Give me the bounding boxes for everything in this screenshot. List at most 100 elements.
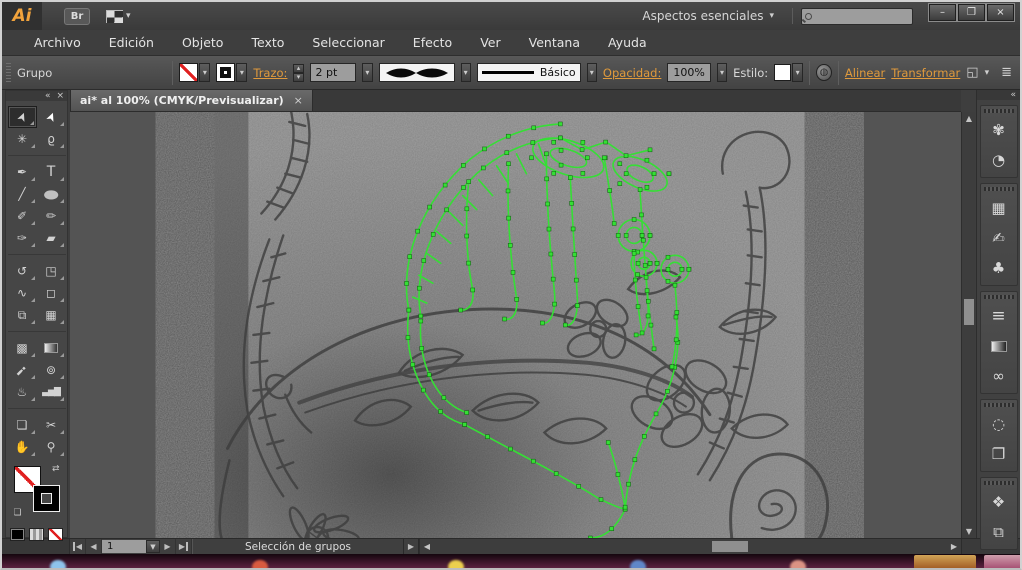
first-artboard-button[interactable]: ◀ — [70, 539, 86, 554]
panel-options-icon[interactable]: ≣ — [1001, 65, 1012, 80]
recolor-artwork-icon[interactable]: ◍ — [816, 64, 832, 81]
hand-tool[interactable]: ✋ — [8, 436, 37, 458]
taskbar-app-icon[interactable] — [448, 560, 464, 568]
opacity-link[interactable]: Opacidad: — [603, 66, 661, 80]
restore-button[interactable]: ❐ — [957, 2, 986, 22]
panel-grip[interactable] — [6, 62, 11, 83]
brushes-panel-icon[interactable]: ✍ — [982, 223, 1016, 253]
windows-taskbar[interactable] — [2, 554, 1020, 568]
style-swatch[interactable] — [774, 64, 792, 81]
stroke-dropdown[interactable]: ▾ — [236, 63, 248, 82]
menu-objeto[interactable]: Objeto — [168, 35, 238, 50]
transparency-panel-icon[interactable]: ∞ — [982, 361, 1016, 391]
select-similar-icon[interactable]: ◱ — [966, 65, 978, 80]
stroke-color-swatch[interactable] — [216, 63, 236, 82]
step-up-icon[interactable]: ▴ — [293, 63, 304, 73]
next-artboard-button[interactable]: ▶ — [160, 539, 176, 554]
perspective-grid-tool[interactable]: ▦ — [37, 304, 66, 326]
gradient-panel-icon[interactable] — [982, 331, 1016, 361]
panel-drag-handle[interactable] — [983, 109, 1014, 113]
opacity-field[interactable]: 100% — [667, 63, 711, 82]
arrange-documents-button[interactable]: ▾ — [106, 9, 131, 23]
menu-texto[interactable]: Texto — [237, 35, 298, 50]
search-input[interactable] — [801, 7, 913, 25]
color-guide-panel-icon[interactable]: ◔ — [982, 145, 1016, 175]
panel-drag-handle[interactable] — [983, 481, 1014, 485]
close-panel-icon[interactable]: × — [56, 91, 64, 101]
scroll-left-icon[interactable]: ◀ — [420, 539, 434, 554]
swatches-panel-icon[interactable]: ▦ — [982, 193, 1016, 223]
close-document-icon[interactable]: × — [294, 94, 303, 107]
symbol-sprayer-tool[interactable]: ♨ — [8, 381, 37, 403]
artboards-panel-icon[interactable]: ⧉ — [982, 517, 1016, 547]
taskbar-app-icon[interactable] — [790, 560, 806, 568]
brush-definition-dropdown[interactable]: ▾ — [586, 63, 597, 82]
artboard-dropdown[interactable]: ▼ — [146, 540, 160, 553]
transform-link[interactable]: Transformar — [891, 66, 960, 80]
previous-artboard-button[interactable]: ◀ — [86, 539, 102, 554]
stroke-width-dropdown[interactable]: ▾ — [362, 63, 373, 82]
brush-dropdown[interactable]: ▾ — [460, 63, 471, 82]
taskbar-app-icon[interactable] — [630, 560, 646, 568]
menu-ver[interactable]: Ver — [466, 35, 514, 50]
appearance-panel-icon[interactable]: ◌ — [982, 409, 1016, 439]
scroll-right-icon[interactable]: ▶ — [947, 539, 961, 554]
canvas-area[interactable] — [70, 112, 961, 538]
panel-drag-handle[interactable] — [983, 187, 1014, 191]
type-tool[interactable]: T — [37, 161, 66, 183]
eyedropper-tool[interactable]: ¡ — [8, 359, 37, 381]
gradient-mode-button[interactable] — [29, 528, 44, 541]
step-down-icon[interactable]: ▾ — [293, 72, 304, 82]
chevron-down-icon[interactable]: ▾ — [985, 68, 990, 78]
style-dropdown[interactable]: ▾ — [792, 63, 804, 82]
bridge-button[interactable]: Br — [64, 7, 90, 25]
pencil-tool[interactable]: ✏ — [37, 205, 66, 227]
scale-tool[interactable]: ◳ — [37, 260, 66, 282]
last-artboard-button[interactable]: ▶ — [176, 539, 192, 554]
stroke-width-field[interactable]: 2 pt — [309, 63, 357, 82]
vertical-scroll-thumb[interactable] — [964, 299, 974, 326]
gradient-tool[interactable] — [37, 337, 66, 359]
artboard-tool[interactable]: ❏ — [8, 414, 37, 436]
color-panel-icon[interactable]: ✾ — [982, 115, 1016, 145]
eraser-tool[interactable]: ▰ — [37, 227, 66, 249]
direct-selection-tool[interactable]: ➤ — [37, 106, 66, 128]
magic-wand-tool[interactable]: ✳ — [8, 128, 37, 150]
width-tool[interactable]: ∿ — [8, 282, 37, 304]
menu-edicion[interactable]: Edición — [95, 35, 168, 50]
blend-tool[interactable]: ⊚ — [37, 359, 66, 381]
stroke-width-stepper[interactable]: ▴ ▾ — [293, 63, 304, 82]
fill-color-swatch[interactable] — [179, 63, 199, 82]
vertical-scrollbar[interactable]: ▲ ▼ — [961, 112, 975, 538]
menu-seleccionar[interactable]: Seleccionar — [298, 35, 398, 50]
none-mode-button[interactable] — [48, 528, 63, 541]
menu-efecto[interactable]: Efecto — [399, 35, 466, 50]
selection-tool[interactable]: ➤ — [7, 106, 37, 128]
menu-ventana[interactable]: Ventana — [515, 35, 594, 50]
expand-dock-icon[interactable]: « — [1010, 90, 1016, 100]
status-options-icon[interactable]: ▶ — [404, 539, 419, 554]
brush-definition-combo[interactable]: Básico — [476, 63, 581, 82]
shape-builder-tool[interactable]: ⧉ — [8, 304, 37, 326]
lasso-tool[interactable]: ϱ — [37, 128, 66, 150]
taskbar-app-icon[interactable] — [252, 560, 268, 568]
panel-drag-handle[interactable] — [983, 403, 1014, 407]
rotate-tool[interactable]: ↺ — [8, 260, 37, 282]
zoom-tool[interactable]: ⚲ — [37, 436, 66, 458]
close-button[interactable]: × — [986, 2, 1015, 22]
scroll-up-icon[interactable]: ▲ — [962, 112, 976, 125]
free-transform-tool[interactable]: ◻ — [37, 282, 66, 304]
menu-archivo[interactable]: Archivo — [20, 35, 95, 50]
paintbrush-tool[interactable]: ✐ — [8, 205, 37, 227]
document-tab[interactable]: ai* al 100% (CMYK/Previsualizar) × — [70, 89, 313, 111]
artboard-number-field[interactable]: 1 — [102, 540, 146, 553]
horizontal-scrollbar[interactable]: ◀ ▶ — [419, 539, 961, 554]
opacity-dropdown[interactable]: ▾ — [716, 63, 728, 82]
collapse-panel-icon[interactable]: « — [45, 91, 51, 101]
symbols-panel-icon[interactable]: ♣ — [982, 253, 1016, 283]
pen-tool[interactable]: ✒ — [8, 161, 37, 183]
align-link[interactable]: Alinear — [845, 66, 885, 80]
stroke-indicator[interactable] — [32, 485, 60, 512]
slice-tool[interactable]: ✂ — [37, 414, 66, 436]
mesh-tool[interactable]: ▩ — [8, 337, 37, 359]
